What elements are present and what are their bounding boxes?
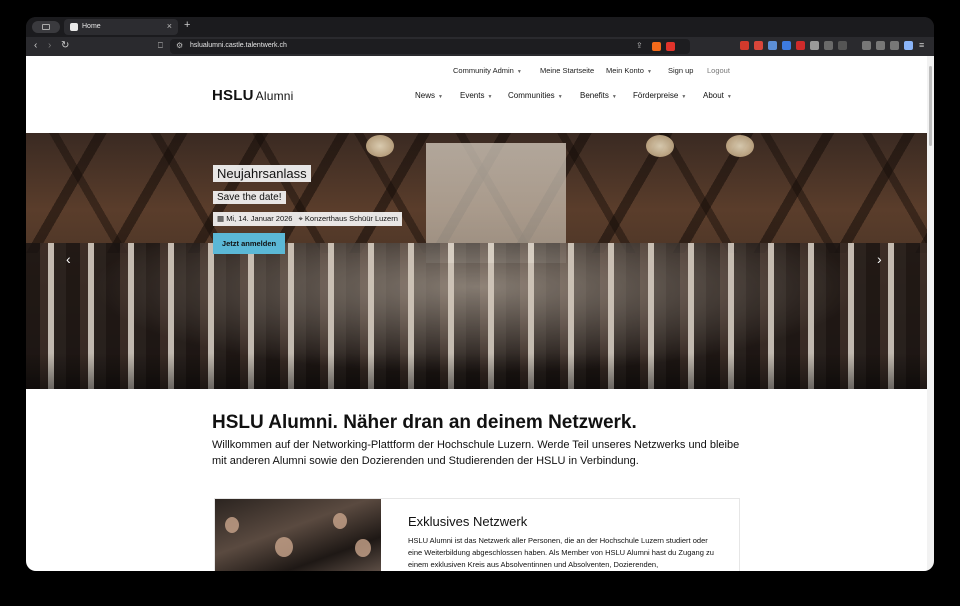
chevron-down-icon: ▼ <box>726 94 732 100</box>
nav-community-admin[interactable]: Community Admin ▼ <box>453 66 522 75</box>
page-headline: HSLU Alumni. Näher dran an deinem Netzwe… <box>212 412 637 433</box>
url-field[interactable]: ⚙ hslualumni.castle.talentwerk.ch ⇪ <box>170 39 690 54</box>
browser-window: Home × + ‹ › ↻ ⎕ ⚙ hslualumni.castle.tal… <box>26 17 934 571</box>
extension-blue-icon[interactable] <box>768 41 777 50</box>
nav-label: Community Admin <box>453 66 514 75</box>
location-pin-icon: ⌖ <box>298 214 303 223</box>
nav-sign-up[interactable]: Sign up <box>668 66 693 75</box>
nav-label: Communities <box>508 91 555 100</box>
card-image-face <box>333 513 347 529</box>
nav-logout[interactable]: Logout <box>707 66 730 75</box>
card-image-face <box>355 539 371 557</box>
wallet-icon[interactable] <box>876 41 885 50</box>
brave-shield-icon[interactable] <box>652 42 661 51</box>
new-tab-button[interactable]: + <box>184 19 190 31</box>
chevron-down-icon: ▼ <box>681 94 687 100</box>
page-scrollbar[interactable] <box>927 56 934 571</box>
calendar-icon: ▦ <box>217 214 225 223</box>
chevron-down-icon: ▼ <box>646 69 652 75</box>
web-page: Community Admin ▼ Meine Startseite Mein K… <box>26 56 927 571</box>
chevron-down-icon: ▼ <box>557 94 563 100</box>
hero-title: Neujahrsanlass <box>213 165 311 182</box>
extension-puzzle-icon[interactable] <box>824 41 833 50</box>
carousel-next-icon[interactable]: › <box>877 251 882 267</box>
brave-rewards-icon[interactable] <box>666 42 675 51</box>
card-text: HSLU Alumni ist das Netzwerk aller Perso… <box>408 536 714 569</box>
favicon-icon <box>70 23 78 31</box>
nav-communities[interactable]: Communities ▼ <box>508 91 563 100</box>
nav-foerderpreise[interactable]: Förderpreise ▼ <box>633 91 686 100</box>
back-button[interactable]: ‹ <box>34 40 37 51</box>
nav-label: Events <box>460 91 485 100</box>
hero-date: Mi, 14. Januar 2026 <box>226 214 293 223</box>
hero-carousel: ‹ › Neujahrsanlass Save the date! ▦ Mi, … <box>26 133 927 389</box>
tab-home[interactable]: Home × <box>64 19 178 35</box>
hero-subtitle: Save the date! <box>213 191 286 204</box>
nav-meine-startseite[interactable]: Meine Startseite <box>540 66 594 75</box>
tab-bar: Home × + <box>26 17 934 37</box>
menu-icon[interactable]: ≡ <box>919 40 924 50</box>
hero-meta: ▦ Mi, 14. Januar 2026 ⌖ Konzerthaus Schü… <box>213 212 402 226</box>
hero-image-lamp <box>366 135 394 157</box>
share-icon[interactable]: ⇪ <box>636 41 643 50</box>
nav-about[interactable]: About ▼ <box>703 91 732 100</box>
intro-text: Willkommen auf der Networking-Plattform … <box>212 439 740 467</box>
sidebar-panel-icon[interactable] <box>862 41 871 50</box>
feature-card: Exklusives Netzwerk HSLU Alumni ist das … <box>214 498 740 571</box>
hero-image-lamp <box>646 135 674 157</box>
forward-button[interactable]: › <box>48 40 51 51</box>
nav-news[interactable]: News ▼ <box>415 91 443 100</box>
chevron-down-icon: ▼ <box>487 94 493 100</box>
card-image-face <box>275 537 293 557</box>
hero-image-lamp <box>726 135 754 157</box>
reload-button[interactable]: ↻ <box>61 40 69 51</box>
register-button[interactable]: Jetzt anmelden <box>213 233 285 254</box>
tab-close-icon[interactable]: × <box>167 21 172 31</box>
extension-abp-icon[interactable] <box>740 41 749 50</box>
logo-main: HSLU <box>212 87 254 104</box>
hero-image-floor <box>26 353 927 389</box>
tab-title: Home <box>82 23 101 30</box>
address-bar-row: ‹ › ↻ ⎕ ⚙ hslualumni.castle.talentwerk.c… <box>26 37 934 56</box>
chevron-down-icon: ▼ <box>516 69 522 75</box>
chevron-down-icon: ▼ <box>611 94 617 100</box>
extension-pdf-icon[interactable] <box>754 41 763 50</box>
nav-label: News <box>415 91 436 100</box>
extension-one-icon[interactable] <box>782 41 791 50</box>
card-title: Exklusives Netzwerk <box>408 514 528 529</box>
carousel-prev-icon[interactable]: ‹ <box>66 251 71 267</box>
chevron-down-icon: ▼ <box>438 94 443 100</box>
url-text: hslualumni.castle.talentwerk.ch <box>190 42 287 49</box>
extension-gray-icon[interactable] <box>810 41 819 50</box>
nav-events[interactable]: Events ▼ <box>460 91 492 100</box>
card-image <box>215 499 381 571</box>
extension-box-icon[interactable] <box>838 41 847 50</box>
vpn-icon[interactable] <box>904 41 913 50</box>
scrollbar-thumb[interactable] <box>929 66 932 146</box>
logo-sub: Alumni <box>255 89 294 103</box>
sidebar-toggle-icon[interactable] <box>32 21 60 33</box>
nav-label: About <box>703 91 724 100</box>
bookmark-icon[interactable]: ⎕ <box>158 41 163 51</box>
nav-mein-konto[interactable]: Mein Konto ▼ <box>606 66 652 75</box>
extension-news-icon[interactable] <box>796 41 805 50</box>
site-info-icon[interactable]: ⚙ <box>176 41 183 50</box>
nav-label: Benefits <box>580 91 609 100</box>
nav-benefits[interactable]: Benefits ▼ <box>580 91 617 100</box>
site-logo[interactable]: HSLU Alumni <box>212 87 294 104</box>
nav-label: Mein Konto <box>606 66 644 75</box>
nav-label: Förderpreise <box>633 91 679 100</box>
leo-icon[interactable] <box>890 41 899 50</box>
hero-location: Konzerthaus Schüür Luzern <box>304 214 398 223</box>
card-image-face <box>225 517 239 533</box>
